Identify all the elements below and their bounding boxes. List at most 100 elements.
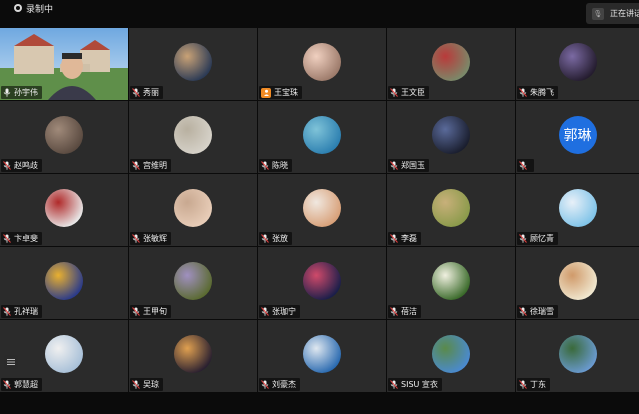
participant-name-label: 郑国玉 (388, 159, 429, 172)
avatar (432, 189, 470, 227)
speaker-mic-icon: 🎙 (592, 7, 604, 20)
participant-name: 丁东 (530, 380, 546, 389)
participant-name: 蓓洁 (401, 307, 417, 316)
mic-muted-icon (390, 161, 398, 170)
participant-tile[interactable]: 陈晓 (258, 101, 386, 173)
participant-name-label: 秀丽 (130, 86, 163, 99)
participant-tile[interactable]: 顾忆青 (516, 174, 639, 246)
participant-name: 卞卓斐 (14, 234, 38, 243)
mic-muted-icon (390, 234, 398, 243)
participant-tile[interactable]: 郭慧超 (0, 320, 128, 392)
record-icon (14, 4, 22, 12)
mic-muted-icon (519, 307, 527, 316)
participant-tile[interactable]: 孔祥瑞 (0, 247, 128, 319)
recording-indicator[interactable]: 录制中 (14, 1, 53, 15)
participant-name: 赵鸣歧 (14, 161, 38, 170)
participant-name: 秀丽 (143, 88, 159, 97)
avatar (45, 189, 83, 227)
participant-tile[interactable]: 秀丽 (129, 28, 257, 100)
participant-tile[interactable]: 李磊 (387, 174, 515, 246)
participant-name: 王文臣 (401, 88, 425, 97)
avatar (432, 262, 470, 300)
participant-tile[interactable]: 卞卓斐 (0, 174, 128, 246)
participant-name: 张珈宁 (272, 307, 296, 316)
participant-name-label: 张珈宁 (259, 305, 300, 318)
participant-name-label: 丁东 (517, 378, 550, 391)
participant-tile[interactable]: 王文臣 (387, 28, 515, 100)
mic-muted-icon (132, 380, 140, 389)
participant-name: 吴琼 (143, 380, 159, 389)
participant-name-label: 王甲旬 (130, 305, 171, 318)
participant-tile[interactable]: 宫维明 (129, 101, 257, 173)
participant-tile[interactable]: 徐瑞雪 (516, 247, 639, 319)
more-options-button[interactable] (4, 355, 18, 369)
avatar (303, 116, 341, 154)
participant-tile[interactable]: 孙宇伟 (0, 28, 128, 100)
participant-name: 孙宇伟 (14, 88, 38, 97)
participant-tile[interactable]: 张珈宁 (258, 247, 386, 319)
participant-name-label: SISU 宣衣 (388, 378, 442, 391)
avatar (174, 189, 212, 227)
participant-tile[interactable]: 郑国玉 (387, 101, 515, 173)
avatar (558, 43, 597, 81)
mic-muted-icon (519, 380, 527, 389)
participant-name: 朱腾飞 (530, 88, 554, 97)
mic-muted-icon (390, 88, 398, 97)
participant-name: 张放 (272, 234, 288, 243)
participant-name-label: 宫维明 (130, 159, 171, 172)
participant-tile[interactable]: 丁东 (516, 320, 639, 392)
avatar (432, 43, 470, 81)
participant-name: 李磊 (401, 234, 417, 243)
mic-muted-icon (519, 234, 527, 243)
mic-muted-icon (132, 234, 140, 243)
participant-tile[interactable]: SISU 宣衣 (387, 320, 515, 392)
avatar (303, 262, 341, 300)
participant-name-label: 孙宇伟 (1, 86, 42, 99)
participant-name-label: 李磊 (388, 232, 421, 245)
participant-name: SISU 宣衣 (401, 380, 438, 389)
participant-tile[interactable]: 张敏辉 (129, 174, 257, 246)
participant-tile[interactable]: 朱腾飞 (516, 28, 639, 100)
mic-muted-icon (390, 307, 398, 316)
participant-name: 顾忆青 (530, 234, 554, 243)
mic-muted-icon (390, 380, 398, 389)
participant-tile[interactable]: 刘豪杰 (258, 320, 386, 392)
participant-tile[interactable]: 王甲旬 (129, 247, 257, 319)
mic-on-icon (3, 88, 11, 97)
participant-name: 王甲旬 (143, 307, 167, 316)
active-speaker-indicator[interactable]: 🎙 正在讲话 (586, 3, 639, 24)
participant-name-label: 朱腾飞 (517, 86, 558, 99)
participant-name: 陈晓 (272, 161, 288, 170)
participant-name-label: 赵鸣歧 (1, 159, 42, 172)
participant-tile[interactable]: 张放 (258, 174, 386, 246)
participant-tile[interactable]: 郭琳 (516, 101, 639, 173)
avatar (174, 116, 212, 154)
avatar (45, 262, 83, 300)
avatar (174, 43, 212, 81)
mic-muted-icon (3, 307, 11, 316)
host-icon (261, 87, 271, 98)
recording-label: 录制中 (26, 4, 54, 15)
mic-muted-icon (261, 161, 269, 170)
participant-tile[interactable]: 王宝珠 (258, 28, 386, 100)
participant-name-label: 张放 (259, 232, 292, 245)
participant-name-label: 王文臣 (388, 86, 429, 99)
menu-icon (7, 359, 15, 365)
participant-tile[interactable]: 吴琼 (129, 320, 257, 392)
participant-name-label: 郭慧超 (1, 378, 42, 391)
mic-muted-icon (519, 161, 527, 170)
participant-name-label: 刘豪杰 (259, 378, 300, 391)
participant-name: 徐瑞雪 (530, 307, 554, 316)
participant-name: 孔祥瑞 (14, 307, 38, 316)
avatar (45, 116, 83, 154)
speaking-label: 正在讲话 (610, 9, 639, 18)
participant-tile[interactable]: 赵鸣歧 (0, 101, 128, 173)
mic-muted-icon (261, 234, 269, 243)
participant-name: 张敏辉 (143, 234, 167, 243)
avatar (303, 43, 341, 81)
participant-name-label: 吴琼 (130, 378, 163, 391)
participant-name-label: 徐瑞雪 (517, 305, 558, 318)
avatar (45, 335, 83, 373)
participant-tile[interactable]: 蓓洁 (387, 247, 515, 319)
top-bar: 录制中 🎙 正在讲话 (0, 0, 639, 28)
